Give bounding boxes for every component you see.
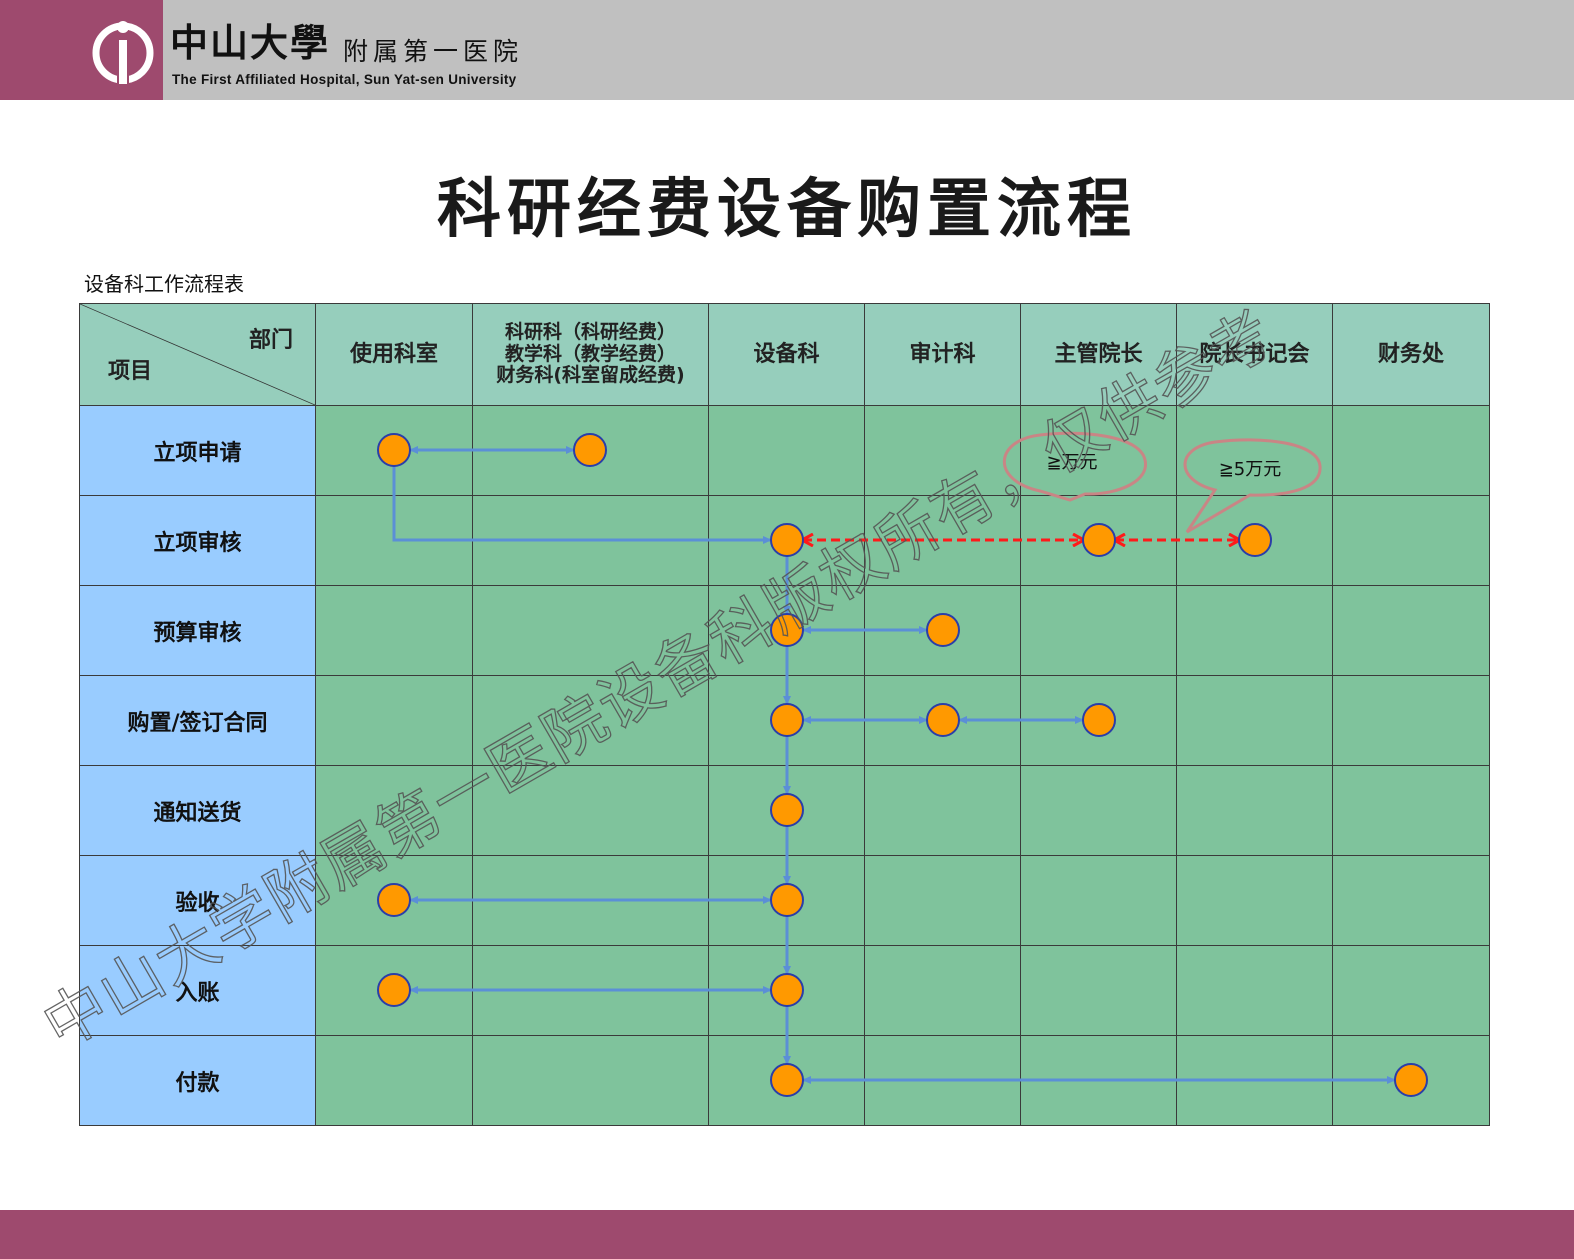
table-cell: [1332, 765, 1490, 856]
table-cell: [1176, 675, 1333, 766]
table-cell: [864, 855, 1021, 946]
table-cell: [472, 945, 709, 1036]
table-cell: [1332, 945, 1490, 1036]
table-cell: [864, 1035, 1021, 1126]
column-header-line: 财务科(科室留成经费): [496, 364, 685, 387]
table-cell: [708, 1035, 865, 1126]
table-cell: [1020, 945, 1177, 1036]
table-cell: [315, 855, 473, 946]
table-cell: [1332, 675, 1490, 766]
table-cell: [708, 855, 865, 946]
logo-chinese-name: 中山大學: [170, 20, 331, 65]
workflow-table: 部门 项目 使用科室 科研科（科研经费） 教学科（教学经费） 财务科(科室留成经…: [79, 303, 1490, 1126]
table-cell: [315, 405, 473, 496]
table-cell: [1176, 1035, 1333, 1126]
table-cell: [1176, 945, 1333, 1036]
table-row: 付款: [79, 1035, 1490, 1126]
table-cell: [864, 495, 1021, 586]
logo-chinese-subname: 附属第一医院: [343, 37, 524, 66]
table-cell: [315, 945, 473, 1036]
table-cell: [472, 405, 709, 496]
table-cell: [1176, 495, 1333, 586]
table-row: 立项审核: [79, 495, 1490, 586]
table-cell: [315, 675, 473, 766]
row-header: 立项申请: [79, 405, 316, 496]
column-header: 财务处: [1332, 303, 1490, 406]
footer-bar: [0, 1210, 1574, 1259]
column-header: 设备科: [708, 303, 865, 406]
table-cell: [315, 585, 473, 676]
row-header: 验收: [79, 855, 316, 946]
table-cell: [1020, 855, 1177, 946]
row-header: 购置/签订合同: [79, 675, 316, 766]
page-title: 科研经费设备购置流程: [437, 173, 1137, 247]
corner-dept-label: 部门: [248, 328, 293, 353]
hospital-logo-icon: [92, 21, 154, 86]
table-cell: [864, 405, 1021, 496]
table-cell: [708, 765, 865, 856]
table-cell: [1020, 765, 1177, 856]
column-header-line: 教学科（教学经费）: [504, 342, 676, 365]
table-cell: [472, 855, 709, 946]
corner-diagonal-line: [80, 304, 315, 405]
table-row: 立项申请: [79, 405, 1490, 496]
row-header: 通知送货: [79, 765, 316, 856]
table-cell: [864, 765, 1021, 856]
table-cell: [708, 495, 865, 586]
column-header: 审计科: [864, 303, 1021, 406]
table-cell: [708, 945, 865, 1036]
table-header-row: 部门 项目 使用科室 科研科（科研经费） 教学科（教学经费） 财务科(科室留成经…: [79, 303, 1490, 406]
row-header: 付款: [79, 1035, 316, 1126]
table-cell: [708, 405, 865, 496]
table-cell: [1332, 405, 1490, 496]
corner-item-label: 项目: [108, 359, 153, 384]
table-cell: [1176, 585, 1333, 676]
table-row: 预算审核: [79, 585, 1490, 676]
table-cell: [1332, 585, 1490, 676]
table-cell: [864, 945, 1021, 1036]
table-cell: [864, 675, 1021, 766]
table-cell: [472, 765, 709, 856]
corner-header: 部门 项目: [79, 303, 316, 406]
table-cell: [315, 1035, 473, 1126]
table-cell: [1332, 855, 1490, 946]
column-header: 使用科室: [315, 303, 473, 406]
table-cell: [708, 675, 865, 766]
table-cell: [1176, 405, 1333, 496]
row-header: 入账: [79, 945, 316, 1036]
table-cell: [1020, 1035, 1177, 1126]
table-row: 入账: [79, 945, 1490, 1036]
table-cell: [1020, 495, 1177, 586]
table-row: 验收: [79, 855, 1490, 946]
row-header: 立项审核: [79, 495, 316, 586]
header-bar: 中山大學 附属第一医院 The First Affiliated Hospita…: [0, 0, 1574, 100]
column-header: 科研科（科研经费） 教学科（教学经费） 财务科(科室留成经费): [472, 303, 709, 406]
table-cell: [472, 585, 709, 676]
table-cell: [1176, 855, 1333, 946]
table-cell: [1332, 495, 1490, 586]
table-row: 通知送货: [79, 765, 1490, 856]
column-header: 主管院长: [1020, 303, 1177, 406]
table-cell: [1020, 405, 1177, 496]
table-cell: [1176, 765, 1333, 856]
table-cell: [864, 585, 1021, 676]
table-cell: [472, 675, 709, 766]
table-cell: [315, 495, 473, 586]
table-cell: [472, 1035, 709, 1126]
table-cell: [1332, 1035, 1490, 1126]
row-header: 预算审核: [79, 585, 316, 676]
table-cell: [1020, 585, 1177, 676]
table-cell: [472, 495, 709, 586]
table-cell: [708, 585, 865, 676]
logo-english-name: The First Affiliated Hospital, Sun Yat-s…: [172, 72, 517, 87]
table-row: 购置/签订合同: [79, 675, 1490, 766]
table-cell: [315, 765, 473, 856]
table-caption: 设备科工作流程表: [84, 272, 244, 296]
column-header-line: 科研科（科研经费）: [504, 320, 676, 343]
column-header: 院长书记会: [1176, 303, 1333, 406]
table-cell: [1020, 675, 1177, 766]
